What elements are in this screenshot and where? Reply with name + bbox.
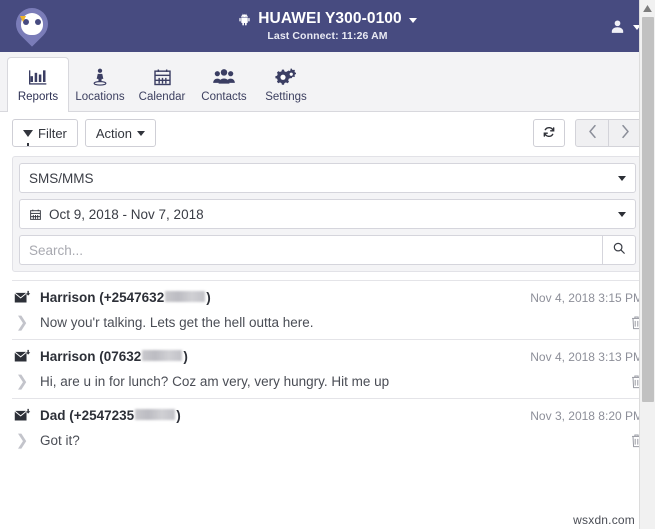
message-row[interactable]: Harrison (07632) Nov 4, 2018 3:13 PM ❯ H… [12, 339, 643, 398]
search-icon [612, 241, 626, 260]
redacted-digits [135, 409, 176, 420]
tab-label: Contacts [201, 90, 247, 103]
search-button[interactable] [602, 235, 636, 265]
message-header: Dad (+2547235) Nov 3, 2018 8:20 PM [12, 408, 643, 423]
device-title: HUAWEI Y300-0100 [258, 10, 402, 27]
date-range-select[interactable]: Oct 9, 2018 - Nov 7, 2018 [19, 199, 636, 229]
app-header: HUAWEI Y300-0100 Last Connect: 11:26 AM [0, 0, 655, 52]
device-selector[interactable]: HUAWEI Y300-0100 [238, 10, 417, 28]
sender-prefix: Dad (+2547235 [40, 408, 135, 423]
message-sender: Dad (+2547235) [40, 408, 181, 423]
owl-pin-logo [9, 1, 55, 47]
message-timestamp: Nov 4, 2018 3:15 PM [530, 290, 643, 305]
next-page-button[interactable] [609, 119, 643, 147]
expand-chevron-right-icon[interactable]: ❯ [12, 372, 32, 390]
account-menu[interactable] [609, 0, 641, 52]
previous-page-button[interactable] [575, 119, 609, 147]
tab-label: Settings [265, 90, 307, 103]
message-row[interactable]: Dad (+2547235) Nov 3, 2018 8:20 PM ❯ Got… [12, 398, 643, 457]
funnel-icon [23, 129, 33, 146]
chevron-right-icon [620, 124, 631, 143]
page-scrollbar[interactable] [639, 0, 655, 529]
person-pin-icon [89, 66, 111, 88]
user-avatar-icon [609, 18, 626, 35]
chevron-down-icon [618, 175, 626, 181]
android-icon [238, 13, 251, 26]
message-list: Harrison (+2547632) Nov 4, 2018 3:15 PM … [0, 280, 655, 529]
message-body: Hi, are u in for lunch? Coz am very, ver… [40, 373, 390, 389]
chevron-down-icon [618, 211, 626, 217]
message-body: Got it? [40, 432, 80, 448]
action-button[interactable]: Action [84, 119, 157, 147]
report-type-select[interactable]: SMS/MMS [19, 163, 636, 193]
redacted-digits [165, 291, 206, 302]
message-body-row: ❯ Now you'r talking. Lets get the hell o… [12, 313, 643, 331]
incoming-message-icon [12, 349, 32, 364]
action-button-label: Action [95, 125, 133, 141]
scroll-up-arrow-icon[interactable] [640, 0, 655, 16]
watermark: wsxdn.com [573, 513, 635, 527]
incoming-message-icon [12, 290, 32, 305]
pagination-group [575, 119, 643, 147]
filter-panel: SMS/MMS Oct 9, 2018 - Nov 7, 2018 [12, 156, 643, 272]
chevron-down-icon [137, 130, 146, 136]
refresh-icon [542, 125, 556, 142]
incoming-message-icon [12, 408, 32, 423]
message-header: Harrison (07632) Nov 4, 2018 3:13 PM [12, 349, 643, 364]
chevron-left-icon [587, 124, 598, 143]
tab-calendar[interactable]: Calendar [131, 56, 193, 111]
message-timestamp: Nov 3, 2018 8:20 PM [530, 408, 643, 423]
sender-prefix: Harrison (07632 [40, 349, 142, 364]
message-sender: Harrison (07632) [40, 349, 188, 364]
filter-button[interactable]: Filter [12, 119, 78, 147]
search-row [19, 235, 636, 265]
message-sender: Harrison (+2547632) [40, 290, 211, 305]
calendar-icon [152, 66, 173, 88]
refresh-button[interactable] [533, 119, 565, 147]
message-body: Now you'r talking. Lets get the hell out… [40, 314, 314, 330]
tab-label: Reports [17, 91, 59, 103]
application-window: HUAWEI Y300-0100 Last Connect: 11:26 AM [0, 0, 655, 529]
tab-reports[interactable]: Reports [7, 57, 69, 112]
gears-icon [274, 66, 298, 88]
report-type-value: SMS/MMS [29, 170, 94, 186]
sender-suffix: ) [176, 408, 181, 423]
toolbar-right-group [533, 119, 643, 147]
tab-settings[interactable]: Settings [255, 56, 317, 111]
bar-chart-icon [27, 66, 49, 88]
last-connect-label: Last Connect: 11:26 AM [267, 30, 388, 42]
main-tabbar: Reports Locations Calendar Contacts Sett… [0, 52, 655, 112]
expand-chevron-right-icon[interactable]: ❯ [12, 313, 32, 331]
message-header: Harrison (+2547632) Nov 4, 2018 3:15 PM [12, 290, 643, 305]
scrollbar-thumb[interactable] [642, 17, 654, 402]
sender-prefix: Harrison (+2547632 [40, 290, 165, 305]
header-center: HUAWEI Y300-0100 Last Connect: 11:26 AM [0, 0, 655, 52]
search-input[interactable] [19, 235, 602, 265]
tab-contacts[interactable]: Contacts [193, 56, 255, 111]
tab-label: Locations [75, 90, 125, 103]
tab-label: Calendar [138, 90, 186, 103]
sender-suffix: ) [206, 290, 211, 305]
report-toolbar: Filter Action [0, 112, 655, 154]
filter-button-label: Filter [38, 125, 67, 141]
chevron-down-icon[interactable] [408, 18, 417, 23]
message-body-row: ❯ Got it? [12, 431, 643, 449]
date-range-value: Oct 9, 2018 - Nov 7, 2018 [49, 206, 204, 222]
contacts-group-icon [212, 66, 236, 88]
redacted-digits [142, 350, 183, 361]
sender-suffix: ) [183, 349, 188, 364]
message-body-row: ❯ Hi, are u in for lunch? Coz am very, v… [12, 372, 643, 390]
message-timestamp: Nov 4, 2018 3:13 PM [530, 349, 643, 364]
calendar-icon [29, 208, 42, 221]
expand-chevron-right-icon[interactable]: ❯ [12, 431, 32, 449]
tab-locations[interactable]: Locations [69, 56, 131, 111]
message-row[interactable]: Harrison (+2547632) Nov 4, 2018 3:15 PM … [12, 280, 643, 339]
